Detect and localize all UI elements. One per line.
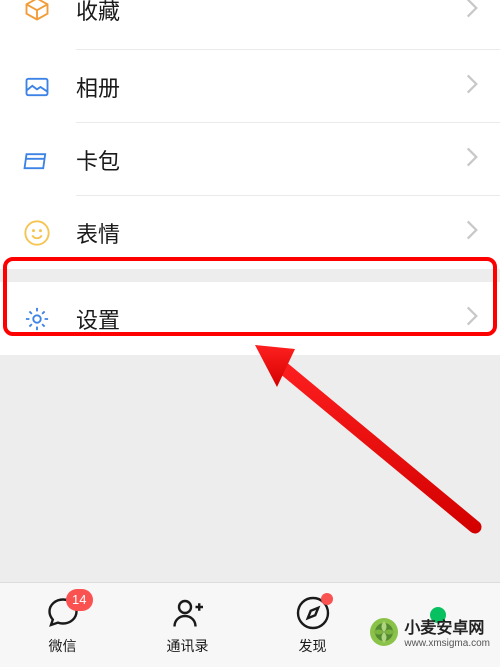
watermark-url: www.xmsigma.com [404,638,490,649]
watermark-name: 小麦安卓网 [404,614,490,638]
card-icon [22,145,52,175]
tab-discover[interactable]: 发现 [250,595,375,656]
chevron-right-icon [466,74,478,99]
menu-group-2: 设置 [0,282,500,355]
tab-discover-label: 发现 [299,636,327,656]
badge-count: 14 [66,589,92,611]
menu-item-settings[interactable]: 设置 [0,282,500,355]
chevron-right-icon [466,147,478,172]
album-icon [22,72,52,102]
tab-contacts[interactable]: 通讯录 [125,595,250,656]
discover-icon [295,595,331,631]
menu-item-card[interactable]: 卡包 [0,123,500,196]
album-label: 相册 [76,71,466,103]
watermark-logo-icon [369,617,399,647]
favorites-label: 收藏 [76,0,466,26]
menu-item-sticker[interactable]: 表情 [0,196,500,269]
contacts-icon [170,595,206,631]
chevron-right-icon [466,220,478,245]
card-label: 卡包 [76,144,466,176]
watermark-text: 小麦安卓网 www.xmsigma.com [404,614,490,649]
sticker-label: 表情 [76,217,466,249]
watermark: 小麦安卓网 www.xmsigma.com [369,614,490,649]
annotation-arrow [225,327,485,537]
chevron-right-icon [466,0,478,23]
chat-icon: 14 [45,595,81,631]
tab-contacts-label: 通讯录 [167,636,209,656]
favorites-icon [22,0,52,24]
menu-item-album[interactable]: 相册 [0,50,500,123]
badge-dot [321,593,333,605]
sticker-icon [22,218,52,248]
menu-item-favorites[interactable]: 收藏 [0,0,500,50]
tab-wechat-label: 微信 [49,636,77,656]
menu-group-1: 收藏 相册 卡包 [0,0,500,269]
settings-label: 设置 [76,303,466,335]
tab-wechat[interactable]: 14 微信 [0,595,125,656]
settings-icon [22,304,52,334]
chevron-right-icon [466,306,478,331]
